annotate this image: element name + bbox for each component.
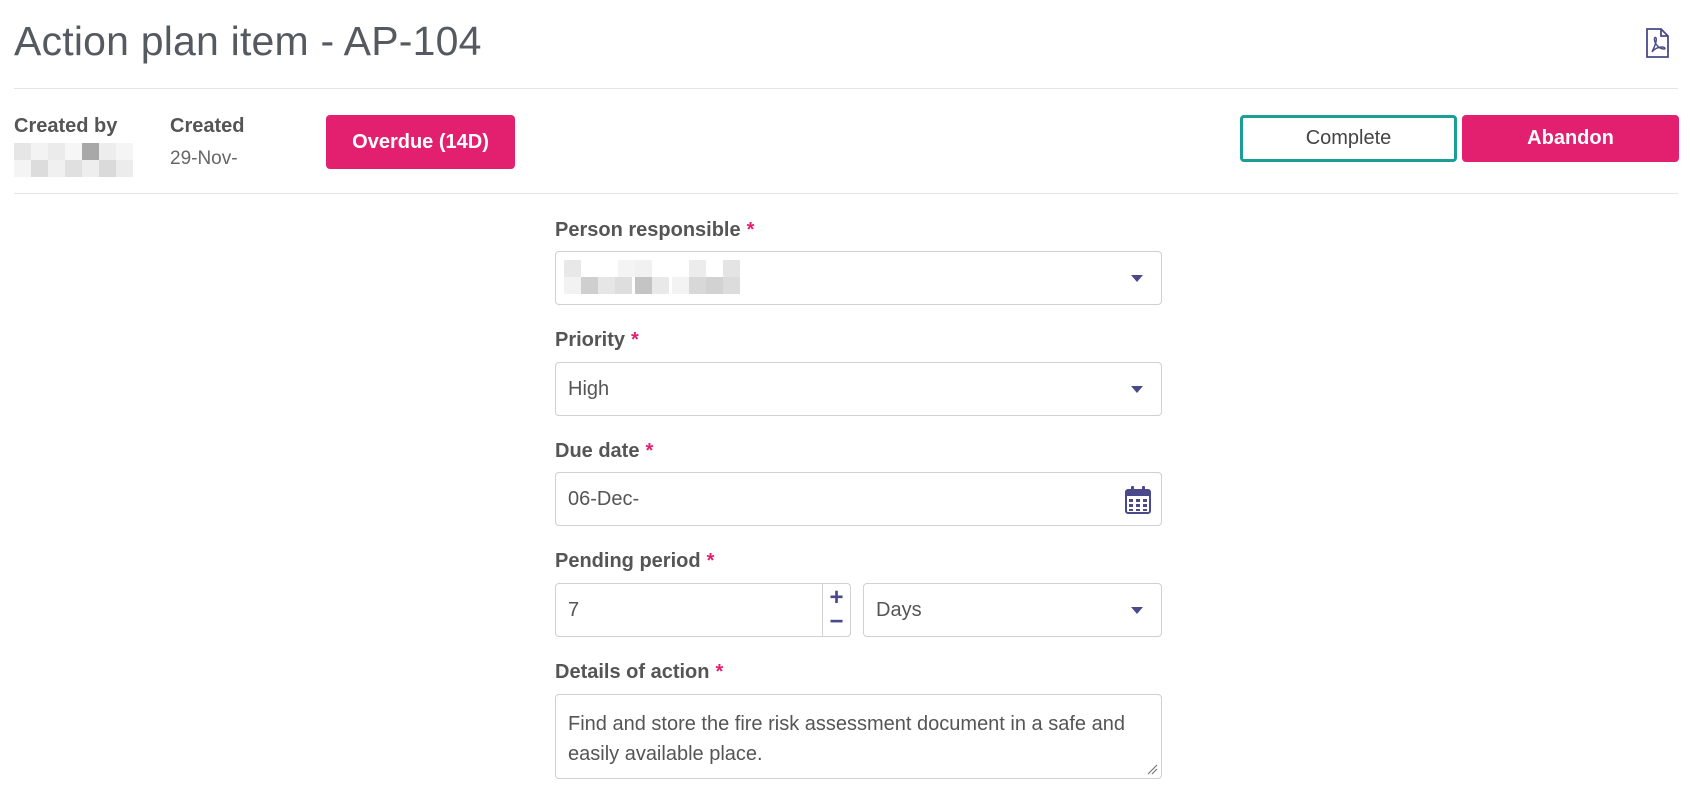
header-divider: [14, 88, 1678, 89]
page-title: Action plan item - AP-104: [14, 18, 482, 64]
person-responsible-label: Person responsible *: [555, 219, 755, 241]
overdue-status-badge[interactable]: Overdue (14D): [326, 115, 515, 169]
pdf-icon[interactable]: [1644, 28, 1670, 58]
pending-period-value: 7: [568, 598, 580, 621]
required-marker: *: [715, 661, 724, 683]
toolbar-divider: [14, 193, 1678, 194]
pending-period-unit-value: Days: [876, 598, 922, 621]
pending-period-label: Pending period *: [555, 550, 715, 572]
person-responsible-value-redacted: [564, 260, 740, 296]
required-marker: *: [706, 550, 715, 572]
created-by-label: Created by: [14, 115, 118, 137]
priority-value: High: [568, 377, 610, 400]
chevron-down-icon[interactable]: [1131, 607, 1143, 614]
pending-period-stepper[interactable]: + −: [822, 584, 850, 636]
chevron-down-icon[interactable]: [1131, 386, 1143, 393]
plus-icon[interactable]: +: [829, 586, 843, 610]
resize-handle-icon[interactable]: [1146, 763, 1158, 775]
due-date-value: 06-Dec-: [568, 487, 640, 510]
created-value: 29-Nov-: [170, 148, 238, 169]
pending-period-input[interactable]: 7 + −: [555, 583, 851, 637]
chevron-down-icon[interactable]: [1131, 275, 1143, 282]
minus-icon[interactable]: −: [829, 610, 843, 634]
created-by-avatar-redacted: [14, 143, 137, 179]
due-date-input[interactable]: 06-Dec-: [555, 472, 1162, 526]
required-marker: *: [645, 440, 654, 462]
due-date-label: Due date *: [555, 440, 654, 462]
created-label: Created: [170, 115, 245, 137]
details-of-action-textarea[interactable]: Find and store the fire risk assessment …: [555, 694, 1162, 779]
details-of-action-value: Find and store the fire risk assessment …: [568, 713, 1125, 765]
required-marker: *: [631, 329, 639, 351]
complete-button[interactable]: Complete: [1240, 115, 1457, 162]
person-responsible-select[interactable]: [555, 251, 1162, 305]
pending-period-unit-select[interactable]: Days: [863, 583, 1162, 637]
priority-label: Priority *: [555, 329, 639, 351]
calendar-icon[interactable]: [1125, 486, 1151, 514]
required-marker: *: [746, 219, 755, 241]
priority-select[interactable]: High: [555, 362, 1162, 416]
abandon-button[interactable]: Abandon: [1462, 115, 1679, 162]
details-of-action-label: Details of action *: [555, 661, 724, 683]
